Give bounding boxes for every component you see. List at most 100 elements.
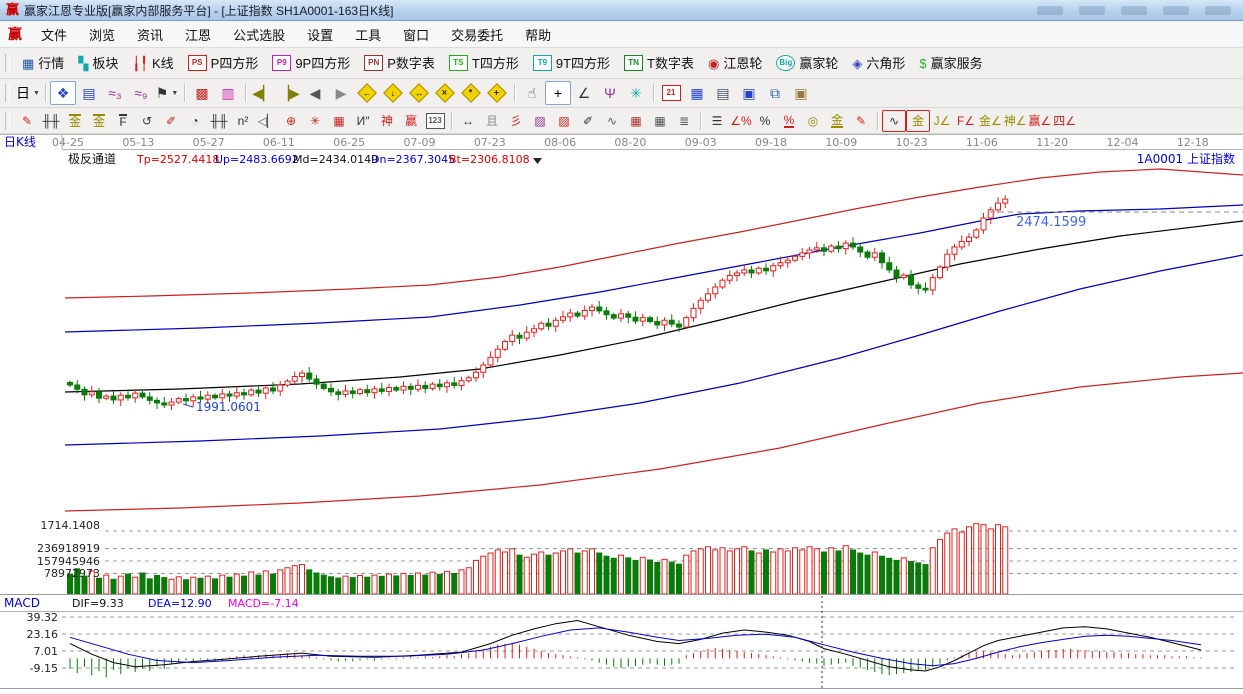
grid-web-icon[interactable]: ▦ xyxy=(327,110,351,132)
info-panel-icon[interactable]: ▤ xyxy=(76,81,102,105)
wave-3-icon[interactable]: ≈₃ xyxy=(102,81,128,105)
gann-diamond-cross-icon[interactable]: × xyxy=(432,81,458,105)
hand-tool-icon[interactable]: ☝ xyxy=(519,81,545,105)
kline-chart[interactable]: 04-2505-1305-2706-1106-2507-0907-2308-06… xyxy=(0,134,1243,691)
target-circle-icon[interactable]: ⊕ xyxy=(279,110,303,132)
menu-settings[interactable]: 设置 xyxy=(296,22,344,47)
ruler-123-icon[interactable]: 123 xyxy=(423,110,447,132)
calendar-21-icon[interactable]: 21 xyxy=(658,81,684,105)
gann-wheel-button[interactable]: ◉江恩轮 xyxy=(701,50,769,76)
step-forward-icon[interactable]: ▶ xyxy=(328,81,354,105)
gold-box-icon[interactable]: 金 xyxy=(906,110,930,132)
gold-circle-icon[interactable]: ◎ xyxy=(801,110,825,132)
report-icon[interactable]: ▤ xyxy=(710,81,736,105)
ying-tool-icon[interactable]: 赢 xyxy=(399,110,423,132)
macd-pane-label[interactable]: MACD xyxy=(4,596,40,610)
save-icon[interactable]: ▣ xyxy=(736,81,762,105)
winner-wheel-button[interactable]: Big赢家轮 xyxy=(769,50,845,76)
percent-line-icon[interactable]: % xyxy=(777,110,801,132)
trend-line-icon[interactable]: ✐ xyxy=(576,110,600,132)
gann-diamond-star-icon[interactable]: * xyxy=(458,81,484,105)
t-number-button[interactable]: TNT数字表 xyxy=(617,50,701,76)
n-square-icon[interactable]: n² xyxy=(231,110,255,132)
f-fence-icon[interactable]: F xyxy=(111,110,135,132)
sectors-button[interactable]: ▚板块 xyxy=(71,50,125,76)
quote-lines-icon[interactable]: И″ xyxy=(351,110,375,132)
title-bar[interactable]: 赢 赢家江恩专业版[赢家内部服务平台] - [上证指数 SH1A0001-163… xyxy=(0,0,1243,21)
menu-browse[interactable]: 浏览 xyxy=(78,22,126,47)
percent-icon[interactable]: % xyxy=(753,110,777,132)
histogram-icon[interactable]: ▥ xyxy=(215,81,241,105)
j-angle-icon[interactable]: J∠ xyxy=(930,110,954,132)
red-pen-icon[interactable]: ✎ xyxy=(849,110,873,132)
frame-icon[interactable]: 且 xyxy=(480,110,504,132)
chart-layout-icon[interactable]: ❖ xyxy=(50,81,76,105)
calculator-icon[interactable]: ▦ xyxy=(684,81,710,105)
gann-diamond-left-icon[interactable]: ← xyxy=(354,81,380,105)
t9-square-button[interactable]: T99T四方形 xyxy=(526,50,617,76)
spiral-icon[interactable]: ↺ xyxy=(135,110,159,132)
gold-fence-1-icon[interactable]: 金 xyxy=(63,110,87,132)
time-cycle-icon[interactable]: ◔ xyxy=(183,110,207,132)
menu-file[interactable]: 文件 xyxy=(30,22,78,47)
percent-angle-icon[interactable]: ∠% xyxy=(729,110,753,132)
gann-fan-icon[interactable]: 彡 xyxy=(504,110,528,132)
f-angle-icon[interactable]: F∠ xyxy=(954,110,978,132)
p-number-button[interactable]: PNP数字表 xyxy=(357,50,442,76)
gann-diamond-center-icon[interactable]: + xyxy=(484,81,510,105)
step-back-icon[interactable]: ◀ xyxy=(302,81,328,105)
wave-9-icon[interactable]: ≈₉ xyxy=(128,81,154,105)
menu-window[interactable]: 窗口 xyxy=(392,22,440,47)
gold-line-icon[interactable]: 金 xyxy=(825,110,849,132)
workstation-icon[interactable]: ▣ xyxy=(788,81,814,105)
grid-red-icon[interactable]: ▦ xyxy=(624,110,648,132)
si-angle-icon[interactable]: 四∠ xyxy=(1052,110,1077,132)
indicator-name[interactable]: 极反通道 xyxy=(68,152,116,166)
angle-tool-icon[interactable]: ∠ xyxy=(571,81,597,105)
shen-tool-icon[interactable]: 神 xyxy=(375,110,399,132)
menu-trading[interactable]: 交易委托 xyxy=(440,22,514,47)
menu-tools[interactable]: 工具 xyxy=(344,22,392,47)
shen-angle-icon[interactable]: 神∠ xyxy=(1003,110,1028,132)
first-page-icon[interactable]: ◀▏ xyxy=(250,81,276,105)
zigzag-icon[interactable]: ∿ xyxy=(600,110,624,132)
save-web-icon[interactable]: ⧉ xyxy=(762,81,788,105)
star-web-icon[interactable]: ✳ xyxy=(303,110,327,132)
crosshair-tool-icon[interactable]: + xyxy=(545,81,571,105)
menu-formula-picker[interactable]: 公式选股 xyxy=(222,22,296,47)
gann-diamond-down-icon[interactable]: ↓ xyxy=(380,81,406,105)
measure-icon[interactable]: ↔ xyxy=(456,110,480,132)
p-square-button[interactable]: PSP四方形 xyxy=(181,50,266,76)
kline-button[interactable]: ╽╿K线 xyxy=(125,50,180,76)
multi-line-icon[interactable]: ≣ xyxy=(672,110,696,132)
gold-fence-2-icon[interactable]: 金 xyxy=(87,110,111,132)
fence-dense-icon[interactable]: ╫╫ xyxy=(207,110,231,132)
titlebar-button-5[interactable] xyxy=(1205,6,1231,15)
p9-square-button[interactable]: P99P四方形 xyxy=(265,50,357,76)
winner-service-button[interactable]: $赢家服务 xyxy=(912,50,989,76)
last-page-icon[interactable]: ▕▶ xyxy=(276,81,302,105)
price-ladder-icon[interactable]: ☰ xyxy=(705,110,729,132)
ying-angle-icon[interactable]: 赢∠ xyxy=(1028,110,1053,132)
fence-tool-icon[interactable]: ╫╫ xyxy=(39,110,63,132)
titlebar-button-4[interactable] xyxy=(1163,6,1189,15)
menu-news[interactable]: 资讯 xyxy=(126,22,174,47)
marker-pen-icon[interactable]: ✐ xyxy=(159,110,183,132)
t-square-button[interactable]: TST四方形 xyxy=(442,50,526,76)
fan-box-red-icon[interactable]: ▨ xyxy=(552,110,576,132)
grid-dark-icon[interactable]: ▦ xyxy=(648,110,672,132)
period-day-selector[interactable]: 日▼ xyxy=(15,81,41,105)
menu-help[interactable]: 帮助 xyxy=(514,22,562,47)
indicator-dropdown-icon[interactable] xyxy=(533,158,542,164)
gann-diamond-expand-icon[interactable]: ↔ xyxy=(406,81,432,105)
gann-pattern-icon[interactable]: Ψ xyxy=(597,81,623,105)
web-tool-icon[interactable]: ✳ xyxy=(623,81,649,105)
fan-box-purple-icon[interactable]: ▨ xyxy=(528,110,552,132)
wave-box-icon[interactable]: ∿ xyxy=(882,110,906,132)
titlebar-button-3[interactable] xyxy=(1121,6,1147,15)
quotes-button[interactable]: ▦行情 xyxy=(15,50,71,76)
flag-marker-icon[interactable]: ⚑▼ xyxy=(154,81,180,105)
mirror-angle-icon[interactable]: ◁▏ xyxy=(255,110,279,132)
hexagon-button[interactable]: ◈六角形 xyxy=(845,50,912,76)
gold-angle-icon[interactable]: 金∠ xyxy=(978,110,1003,132)
